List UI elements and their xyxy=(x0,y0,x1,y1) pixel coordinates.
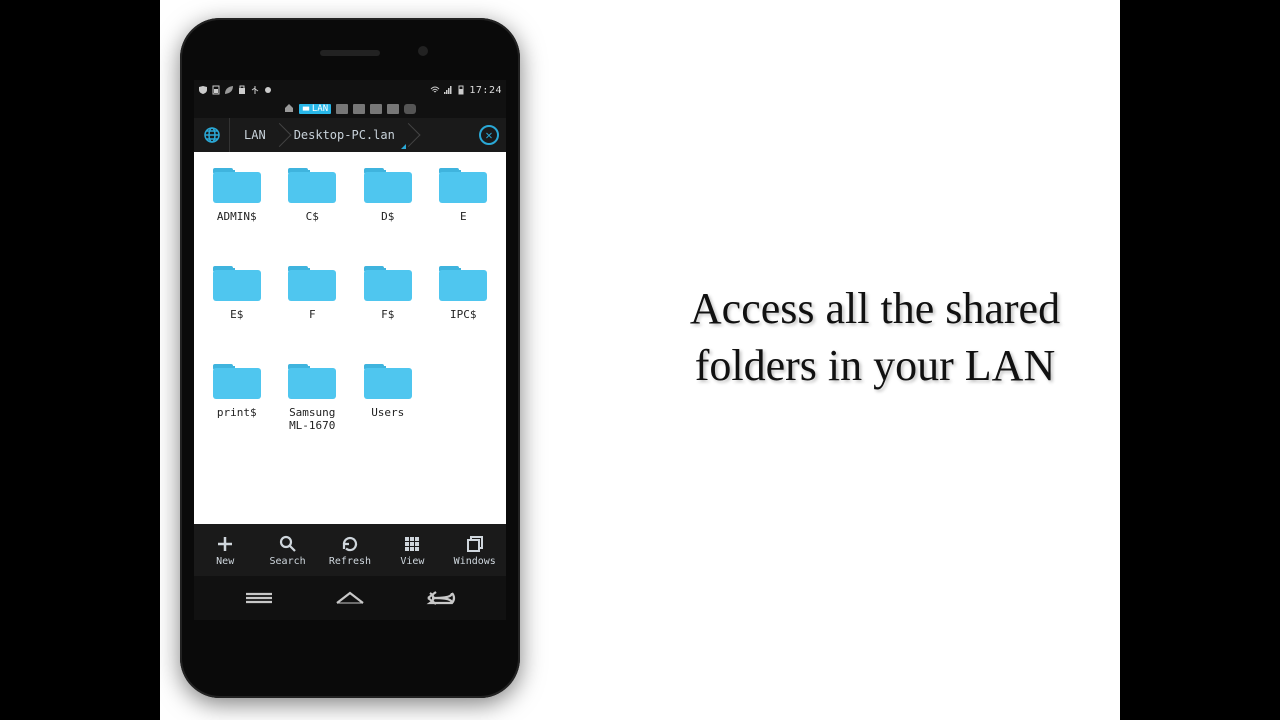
folder-item[interactable]: E$ xyxy=(200,260,274,352)
windows-button[interactable]: Windows xyxy=(447,534,503,567)
folder-item[interactable]: ADMIN$ xyxy=(200,162,274,254)
folder-item[interactable]: IPC$ xyxy=(427,260,501,352)
folder-label: Samsung ML-1670 xyxy=(278,406,346,432)
folder-item[interactable]: D$ xyxy=(351,162,425,254)
nav-menu-button[interactable] xyxy=(236,587,282,609)
battery-level-icon xyxy=(456,85,466,95)
folder-label: print$ xyxy=(203,406,271,419)
android-nav-bar xyxy=(194,576,506,620)
breadcrumb-item-current[interactable]: Desktop-PC.lan xyxy=(280,118,409,152)
breadcrumb-bar: LAN Desktop-PC.lan ✕ xyxy=(194,118,506,152)
battery-icon xyxy=(211,85,221,95)
folder-label: E xyxy=(429,210,497,223)
leaf-icon xyxy=(224,85,234,95)
nav-home-button[interactable] xyxy=(327,587,373,609)
bag-icon xyxy=(237,85,247,95)
close-tab-button[interactable]: ✕ xyxy=(472,118,506,152)
folder-item[interactable]: F xyxy=(276,260,350,352)
android-status-bar: 17:24 xyxy=(194,80,506,100)
folder-label: IPC$ xyxy=(429,308,497,321)
folder-item[interactable]: print$ xyxy=(200,358,274,450)
bottom-toolbar: New Search Refresh View Windows xyxy=(194,524,506,576)
home-tab-icon[interactable] xyxy=(284,103,294,115)
android-icon xyxy=(263,85,273,95)
refresh-icon xyxy=(340,534,360,554)
folder-grid: ADMIN$ C$ D$ E E$ F F$ IPC$ print$ Samsu… xyxy=(194,152,506,524)
signal-icon xyxy=(443,85,453,95)
grid-icon xyxy=(402,534,422,554)
folder-label: E$ xyxy=(203,308,271,321)
folder-item[interactable]: C$ xyxy=(276,162,350,254)
folder-label: D$ xyxy=(354,210,422,223)
wifi-icon xyxy=(430,85,440,95)
tab-lan-active[interactable]: LAN xyxy=(299,104,331,114)
phone-camera xyxy=(418,46,428,56)
close-icon: ✕ xyxy=(479,125,499,145)
view-button[interactable]: View xyxy=(384,534,440,567)
phone-screen: 17:24 LAN xyxy=(194,80,506,620)
tab-item[interactable] xyxy=(404,104,416,114)
nav-back-button[interactable] xyxy=(418,587,464,609)
new-button[interactable]: New xyxy=(197,534,253,567)
windows-icon xyxy=(465,534,485,554)
folder-item[interactable]: Samsung ML-1670 xyxy=(276,358,350,450)
search-icon xyxy=(278,534,298,554)
app-tabs-bar: LAN xyxy=(194,100,506,118)
network-root-button[interactable] xyxy=(194,118,230,152)
folder-label: Users xyxy=(354,406,422,419)
status-time: 17:24 xyxy=(469,85,502,96)
folder-item[interactable]: E xyxy=(427,162,501,254)
phone-frame: 17:24 LAN xyxy=(180,18,520,698)
promo-text: Access all the shared folders in your LA… xyxy=(640,280,1110,394)
search-button[interactable]: Search xyxy=(260,534,316,567)
breadcrumb-item[interactable]: LAN xyxy=(230,118,280,152)
folder-label: C$ xyxy=(278,210,346,223)
shield-icon xyxy=(198,85,208,95)
tab-item[interactable] xyxy=(387,104,399,114)
folder-item[interactable]: Users xyxy=(351,358,425,450)
dropdown-corner-icon xyxy=(401,144,406,149)
folder-label: F$ xyxy=(354,308,422,321)
refresh-button[interactable]: Refresh xyxy=(322,534,378,567)
folder-label: F xyxy=(278,308,346,321)
plus-icon xyxy=(215,534,235,554)
tab-item[interactable] xyxy=(370,104,382,114)
phone-speaker xyxy=(320,50,380,56)
tab-item[interactable] xyxy=(353,104,365,114)
folder-item[interactable]: F$ xyxy=(351,260,425,352)
tab-item[interactable] xyxy=(336,104,348,114)
folder-label: ADMIN$ xyxy=(203,210,271,223)
usb-icon xyxy=(250,85,260,95)
